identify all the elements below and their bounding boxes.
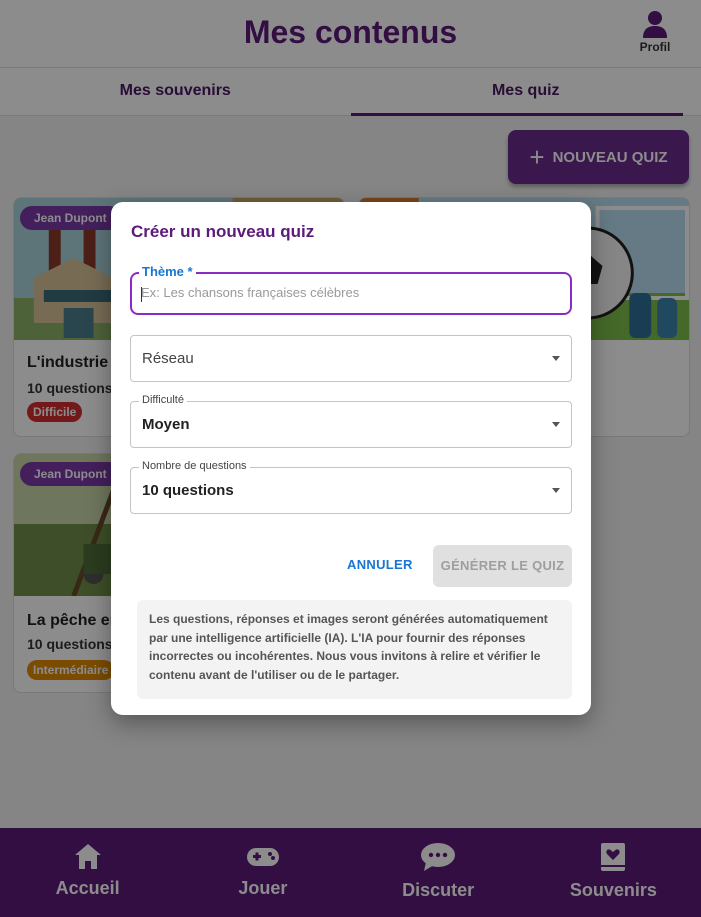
difficulty-label: Difficulté <box>139 394 187 406</box>
cancel-button[interactable]: ANNULER <box>347 557 413 572</box>
question-count-label: Nombre de questions <box>139 460 250 472</box>
text-caret <box>141 287 142 302</box>
network-select[interactable]: Réseau <box>130 335 572 382</box>
theme-field[interactable]: Thème * <box>130 264 572 315</box>
difficulty-select[interactable]: Difficulté Moyen <box>130 394 572 448</box>
dropdown-arrow-icon <box>552 488 560 493</box>
dropdown-arrow-icon <box>552 356 560 361</box>
network-value: Réseau <box>142 350 194 367</box>
question-count-select[interactable]: Nombre de questions 10 questions <box>130 460 572 514</box>
ai-disclaimer: Les questions, réponses et images seront… <box>137 600 572 699</box>
dialog-title: Créer un nouveau quiz <box>131 222 315 241</box>
difficulty-value: Moyen <box>142 416 190 433</box>
theme-label: Thème * <box>139 264 196 279</box>
theme-input[interactable] <box>141 285 561 300</box>
question-count-value: 10 questions <box>142 482 234 499</box>
create-quiz-dialog: Créer un nouveau quiz Thème * Réseau Dif… <box>111 202 591 715</box>
generate-quiz-button[interactable]: GÉNÉRER LE QUIZ <box>433 545 572 587</box>
dropdown-arrow-icon <box>552 422 560 427</box>
